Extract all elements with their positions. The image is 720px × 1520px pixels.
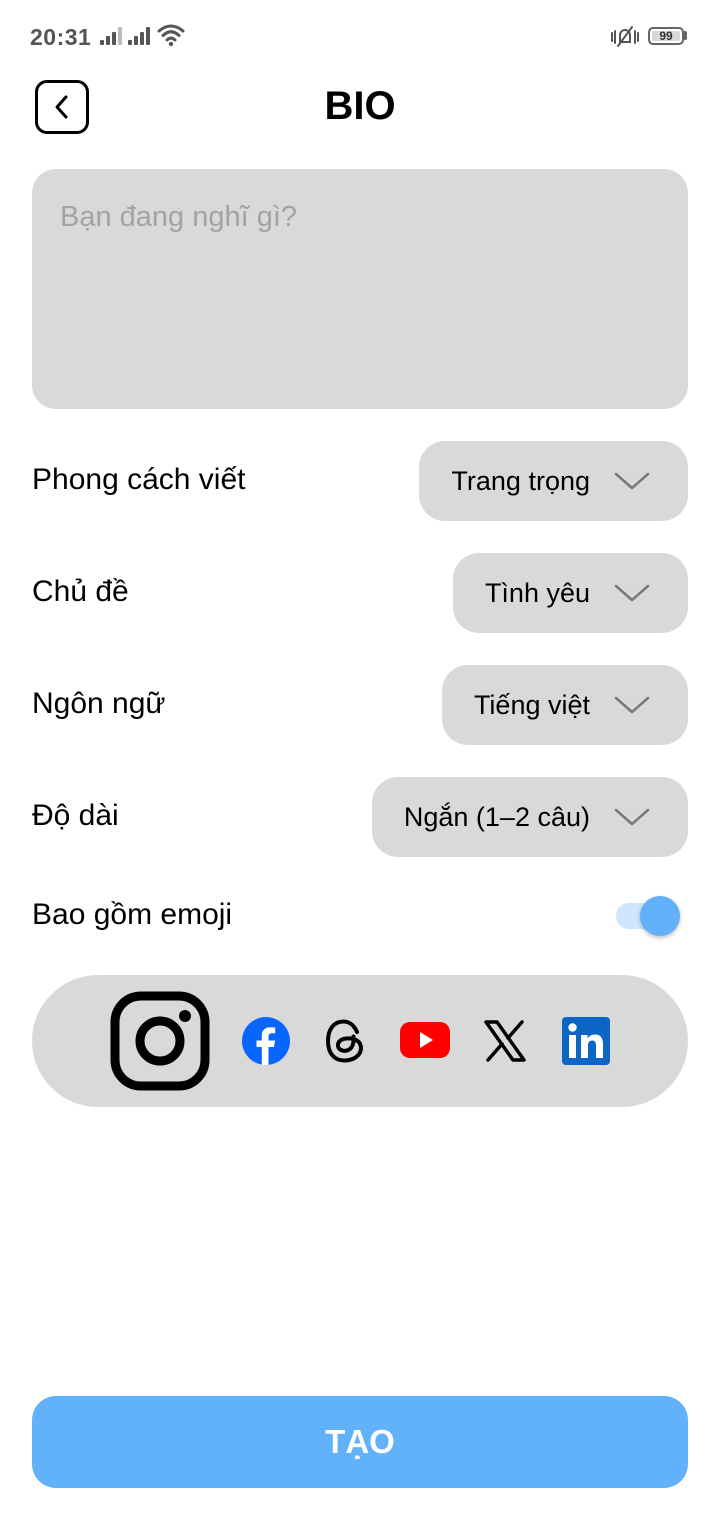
battery-nub <box>684 31 687 40</box>
chevron-down-icon <box>614 584 650 602</box>
language-dropdown[interactable]: Tiếng việt <box>441 665 688 745</box>
instagram-icon[interactable] <box>110 991 210 1091</box>
language-label: Ngôn ngữ <box>32 687 166 720</box>
length-label: Độ dài <box>32 799 119 832</box>
chevron-down-icon <box>614 808 650 826</box>
writing-style-value: Trang trọng <box>451 465 590 496</box>
wifi-icon <box>157 24 185 47</box>
topic-value: Tình yêu <box>484 577 590 608</box>
create-button[interactable]: TẠO <box>32 1396 688 1488</box>
vibrate-mute-icon <box>611 26 639 47</box>
emoji-toggle[interactable] <box>616 895 682 937</box>
status-bar: 20:31 99 <box>0 0 720 72</box>
writing-style-dropdown[interactable]: Trang trọng <box>419 441 688 521</box>
language-value: Tiếng việt <box>473 689 590 720</box>
threads-icon[interactable] <box>324 1017 368 1065</box>
writing-style-label: Phong cách viết <box>32 463 246 496</box>
bio-input[interactable] <box>32 169 688 409</box>
battery-icon: 99 <box>648 27 684 45</box>
facebook-icon[interactable] <box>242 1017 290 1065</box>
social-platform-bar <box>32 975 688 1107</box>
page-title: BIO <box>324 84 396 128</box>
chevron-down-icon <box>614 696 650 714</box>
length-value: Ngắn (1–2 câu) <box>403 801 590 832</box>
youtube-icon[interactable] <box>400 1022 450 1058</box>
x-icon[interactable] <box>484 1020 526 1062</box>
signal-icon <box>128 27 150 45</box>
chevron-down-icon <box>614 472 650 490</box>
signal-icon <box>100 27 122 45</box>
topic-dropdown[interactable]: Tình yêu <box>452 553 688 633</box>
battery-level: 99 <box>652 30 680 42</box>
emoji-label: Bao gồm emoji <box>32 898 233 931</box>
toggle-knob <box>640 896 680 936</box>
status-time: 20:31 <box>30 24 92 50</box>
topic-label: Chủ đề <box>32 575 129 608</box>
linkedin-icon[interactable] <box>562 1017 610 1065</box>
length-dropdown[interactable]: Ngắn (1–2 câu) <box>371 777 688 857</box>
